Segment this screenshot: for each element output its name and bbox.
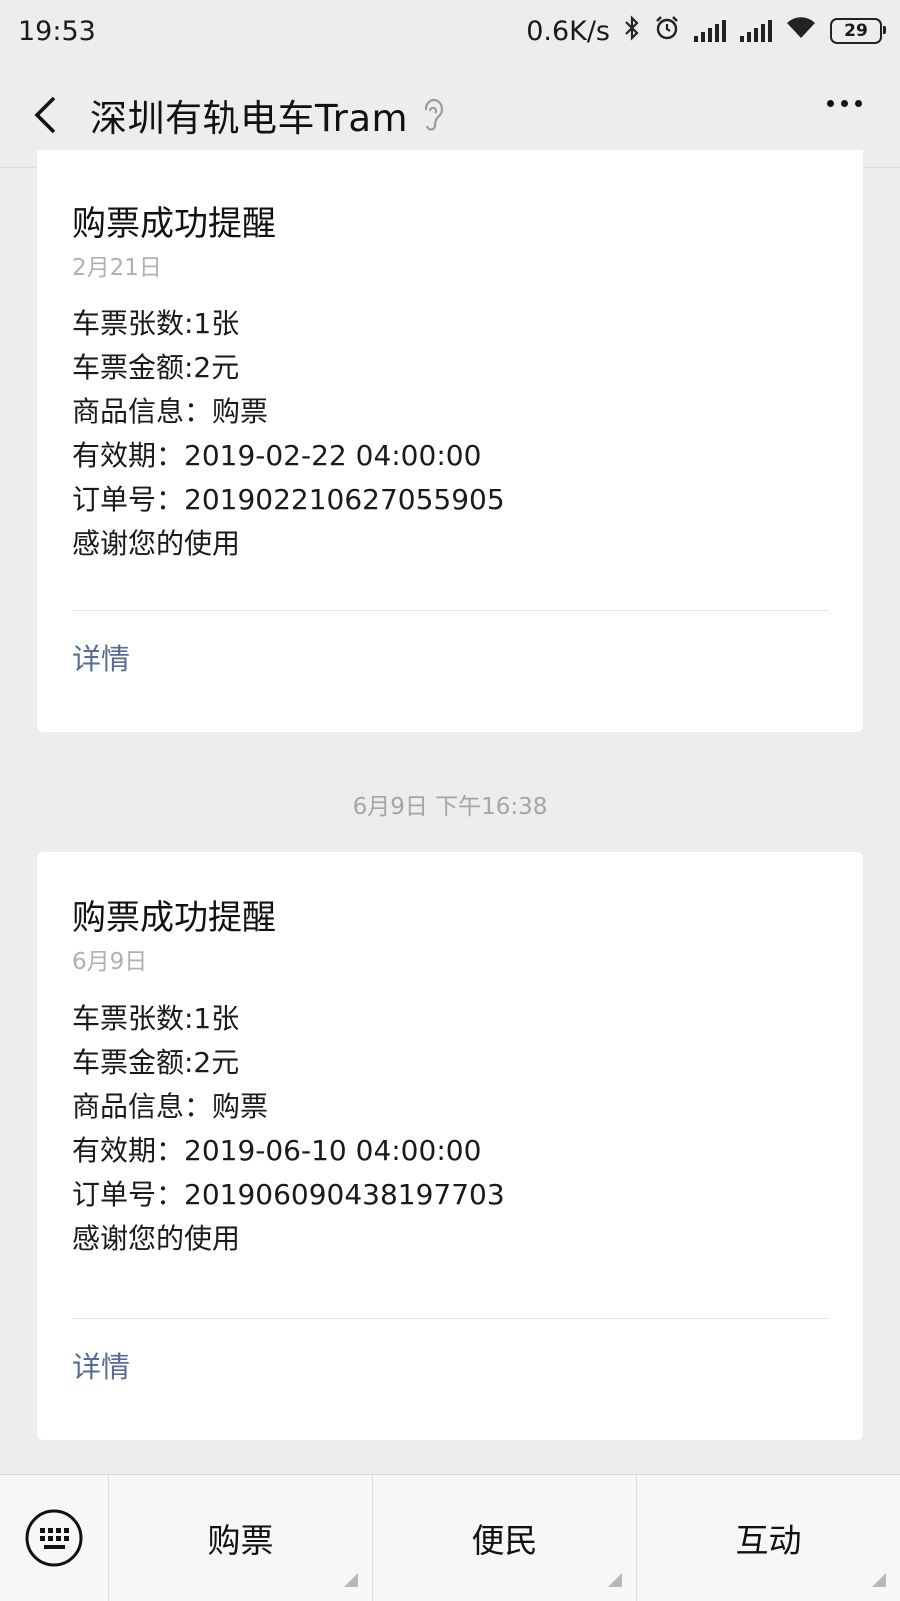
wifi-icon bbox=[786, 16, 816, 47]
message-line: 车票金额:2元 bbox=[72, 1046, 240, 1079]
ear-icon bbox=[422, 98, 444, 132]
message-body: 车票张数:1张 车票金额:2元 商品信息：购票 有效期：2019-02-22 0… bbox=[72, 302, 505, 566]
network-speed: 0.6K/s bbox=[526, 15, 610, 47]
menu-item-label: 购票 bbox=[207, 1521, 274, 1560]
status-time: 19:53 bbox=[18, 15, 96, 47]
menu-item-label: 便民 bbox=[471, 1521, 538, 1560]
submenu-indicator-icon bbox=[872, 1573, 886, 1587]
message-card[interactable]: 购票成功提醒 2月21日 车票张数:1张 车票金额:2元 商品信息：购票 有效期… bbox=[37, 150, 863, 732]
menu-item-convenience[interactable]: 便民 bbox=[372, 1475, 636, 1601]
divider bbox=[72, 610, 828, 611]
message-line: 商品信息：购票 bbox=[72, 1090, 269, 1123]
status-icons: 0.6K/s 29 bbox=[526, 14, 886, 48]
page-title: 深圳有轨电车Tram bbox=[90, 96, 409, 140]
message-line: 商品信息：购票 bbox=[72, 395, 269, 428]
bottom-menu: 购票 便民 互动 bbox=[0, 1474, 900, 1601]
keyboard-toggle-button[interactable] bbox=[0, 1475, 108, 1601]
keyboard-icon bbox=[25, 1509, 83, 1567]
detail-link[interactable]: 详情 bbox=[72, 1344, 130, 1386]
message-line: 有效期：2019-02-22 04:00:00 bbox=[72, 439, 482, 472]
message-date: 2月21日 bbox=[72, 255, 162, 281]
back-arrow-icon bbox=[34, 96, 56, 133]
message-title: 购票成功提醒 bbox=[72, 204, 276, 244]
bluetooth-icon bbox=[624, 14, 640, 48]
message-line: 订单号：201902210627055905 bbox=[72, 483, 505, 516]
chat-timestamp: 6月9日 下午16:38 bbox=[352, 794, 548, 820]
message-line: 感谢您的使用 bbox=[72, 527, 241, 560]
submenu-indicator-icon bbox=[344, 1573, 358, 1587]
message-title: 购票成功提醒 bbox=[72, 898, 276, 938]
signal-icon-2 bbox=[740, 20, 772, 42]
menu-item-label: 互动 bbox=[735, 1521, 802, 1560]
message-line: 感谢您的使用 bbox=[72, 1222, 241, 1255]
message-line: 车票张数:1张 bbox=[72, 1002, 240, 1035]
message-card[interactable]: 购票成功提醒 6月9日 车票张数:1张 车票金额:2元 商品信息：购票 有效期：… bbox=[37, 852, 863, 1440]
alarm-icon bbox=[654, 15, 680, 48]
message-line: 车票金额:2元 bbox=[72, 351, 240, 384]
battery-icon: 29 bbox=[830, 18, 886, 44]
status-bar: 19:53 0.6K/s 29 bbox=[0, 0, 900, 62]
message-line: 订单号：201906090438197703 bbox=[72, 1178, 505, 1211]
divider bbox=[72, 1318, 828, 1319]
submenu-indicator-icon bbox=[608, 1573, 622, 1587]
menu-item-buy-ticket[interactable]: 购票 bbox=[108, 1475, 372, 1601]
message-line: 有效期：2019-06-10 04:00:00 bbox=[72, 1134, 482, 1167]
more-options-icon[interactable] bbox=[827, 100, 862, 107]
message-line: 车票张数:1张 bbox=[72, 307, 240, 340]
detail-link[interactable]: 详情 bbox=[72, 636, 130, 678]
menu-item-interaction[interactable]: 互动 bbox=[636, 1475, 900, 1601]
message-body: 车票张数:1张 车票金额:2元 商品信息：购票 有效期：2019-06-10 0… bbox=[72, 997, 505, 1261]
signal-icon-1 bbox=[694, 20, 726, 42]
message-date: 6月9日 bbox=[72, 949, 148, 975]
